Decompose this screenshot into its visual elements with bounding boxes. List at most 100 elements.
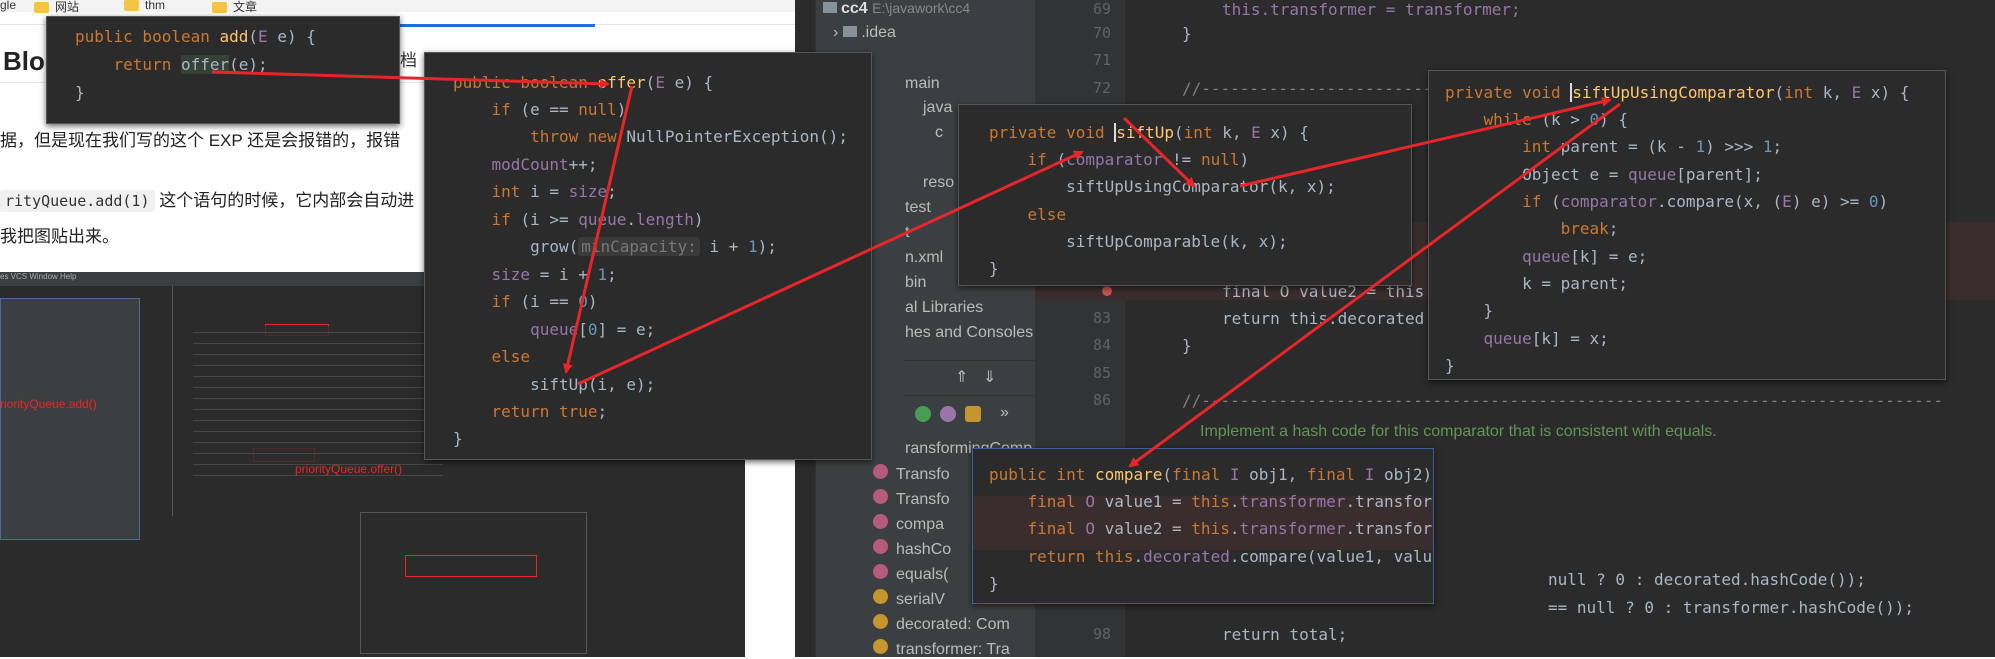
filter-icon[interactable] <box>915 406 931 422</box>
code-comment: //--------------------------------------… <box>1182 391 1943 410</box>
tree-item[interactable]: c <box>935 124 943 142</box>
code-line: public boolean add(E e) { <box>75 27 316 46</box>
field-icon <box>873 614 888 629</box>
code-line: == null ? 0 : transformer.hashCode()); <box>1548 598 1915 617</box>
tree-item[interactable]: › .idea <box>833 24 896 42</box>
line-number: 69 <box>1092 0 1111 18</box>
code-line: return this.decorated <box>1222 309 1425 328</box>
javadoc-text: Implement a hash code for this comparato… <box>1200 423 1717 440</box>
line-number: 86 <box>1092 391 1111 409</box>
tree-item[interactable]: main <box>905 75 940 93</box>
blog-text: 这个语句的时候，它内部会自动进 <box>159 191 415 210</box>
tree-item[interactable]: hes and Consoles <box>905 324 1033 342</box>
structure-member[interactable]: decorated: Com <box>873 614 1010 634</box>
structure-member[interactable]: Transfo <box>873 464 950 484</box>
blog-paragraph: 我把图贴出来。 <box>0 227 119 246</box>
code-line: if (i == 0) <box>453 292 598 311</box>
active-tab-indicator <box>380 24 595 27</box>
structure-member[interactable]: transformer: Tra <box>873 639 1010 659</box>
tree-item[interactable]: bin <box>905 274 926 292</box>
line-number: 84 <box>1092 336 1111 354</box>
field-icon <box>873 589 888 604</box>
code-line: size = i + 1; <box>453 265 617 284</box>
shot-annotation: riorityQueue.add() <box>0 397 97 411</box>
code-line: while (k > 0) { <box>1445 110 1629 129</box>
structure-member[interactable]: Transfo <box>873 489 950 509</box>
shot-editor <box>172 286 466 516</box>
breakpoint-icon[interactable] <box>1102 286 1112 296</box>
more-icon[interactable]: » <box>1000 404 1009 422</box>
line-number: 85 <box>1092 364 1111 382</box>
code-line: final O value1 = this.transformer.transf… <box>989 492 1433 511</box>
expand-icon[interactable]: ⇑ <box>955 367 968 387</box>
blog-paragraph: 据，但是现在我们写的这个 EXP 还是会报错的，报错 <box>0 131 401 150</box>
code-line: siftUpComparable(k, x); <box>989 232 1288 251</box>
structure-member[interactable]: hashCo <box>873 539 951 559</box>
method-icon <box>873 539 888 554</box>
code-line: queue[k] = e; <box>1445 247 1648 266</box>
code-line: queue[0] = e; <box>453 320 656 339</box>
line-number: 72 <box>1092 79 1111 97</box>
code-line: } <box>75 83 85 102</box>
filter-icon[interactable] <box>940 406 956 422</box>
code-line: return this.decorated.compare(value1, va… <box>989 547 1433 566</box>
tree-item[interactable]: reso <box>923 174 954 192</box>
code-line: int i = size; <box>453 182 617 201</box>
popup-siftup-using-comparator: private void siftUpUsingComparator(int k… <box>1428 70 1946 380</box>
code-line: throw new NullPointerException(); <box>453 127 848 146</box>
popup-add: public boolean add(E e) { return offer(e… <box>46 16 400 124</box>
code-line: break; <box>1445 219 1619 238</box>
code-line: if (comparator != null) <box>989 150 1250 169</box>
code-line: queue[k] = x; <box>1445 329 1609 348</box>
tree-item[interactable]: t <box>905 224 909 242</box>
bookmark-folder[interactable]: 文章 <box>212 0 257 15</box>
code-line: siftUpUsingComparator(k, x); <box>989 177 1336 196</box>
code-line: public int compare(final I obj1, final I… <box>989 465 1433 484</box>
project-path: E:\javawork\cc4 <box>872 0 971 16</box>
tree-item[interactable]: al Libraries <box>905 299 983 317</box>
code-line: else <box>453 347 531 366</box>
filter-icon[interactable] <box>965 406 981 422</box>
code-line: return total; <box>1222 625 1348 644</box>
code-line: if (comparator.compare(x, (E) e) >= 0) <box>1445 192 1889 211</box>
shot-highlight <box>405 555 537 577</box>
code-line: modCount++; <box>453 155 598 174</box>
bookmarks-bar: gle 网站 thm 文章 <box>0 0 795 15</box>
bookmark-folder[interactable]: 网站 <box>34 0 79 15</box>
folder-icon <box>842 26 857 37</box>
code-line: } <box>453 429 463 448</box>
popup-offer: public boolean offer(E e) { if (e == nul… <box>424 52 872 460</box>
code-line: grow(minCapacity: i + 1); <box>453 237 777 256</box>
filter-toolbar: » <box>905 400 1035 430</box>
code-line: int parent = (k - 1) >>> 1; <box>1445 137 1783 156</box>
folder-icon <box>124 0 139 12</box>
method-icon <box>873 514 888 529</box>
bookmark-folder[interactable]: thm <box>124 0 165 12</box>
code-line: if (e == null) <box>453 100 627 119</box>
folder-icon <box>212 2 227 14</box>
line-number: 98 <box>1092 625 1111 643</box>
bookmark-item[interactable]: gle <box>0 0 16 12</box>
line-number: 71 <box>1092 51 1111 69</box>
structure-member[interactable]: serialV <box>873 589 945 609</box>
structure-member[interactable]: equals( <box>873 564 948 584</box>
tree-item[interactable]: java <box>923 99 952 117</box>
code-line: } <box>1182 24 1192 43</box>
tab-label[interactable]: 档 <box>400 46 417 71</box>
code-line: final O value2 = this.transformer.transf… <box>989 519 1433 538</box>
structure-member[interactable]: compa <box>873 514 944 534</box>
chevron-right-icon: › <box>833 24 839 41</box>
code-line: private void siftUpUsingComparator(int k… <box>1445 83 1910 102</box>
code-line: this.transformer = transformer; <box>1222 0 1521 19</box>
blog-paragraph: rityQueue.add(1) 这个语句的时候，它内部会自动进 <box>0 186 415 212</box>
project-root[interactable]: cc4 E:\javawork\cc4 <box>823 0 970 18</box>
code-line: private void siftUp(int k, E x) { <box>989 123 1309 142</box>
code-line: } <box>989 259 999 278</box>
tree-item[interactable]: n.xml <box>905 249 943 267</box>
code-line: if (i >= queue.length) <box>453 210 704 229</box>
code-line: else <box>989 205 1067 224</box>
inline-code: rityQueue.add(1) <box>0 190 155 212</box>
folder-icon <box>34 2 49 14</box>
tree-item[interactable]: test <box>905 199 931 217</box>
collapse-icon[interactable]: ⇓ <box>983 367 996 387</box>
